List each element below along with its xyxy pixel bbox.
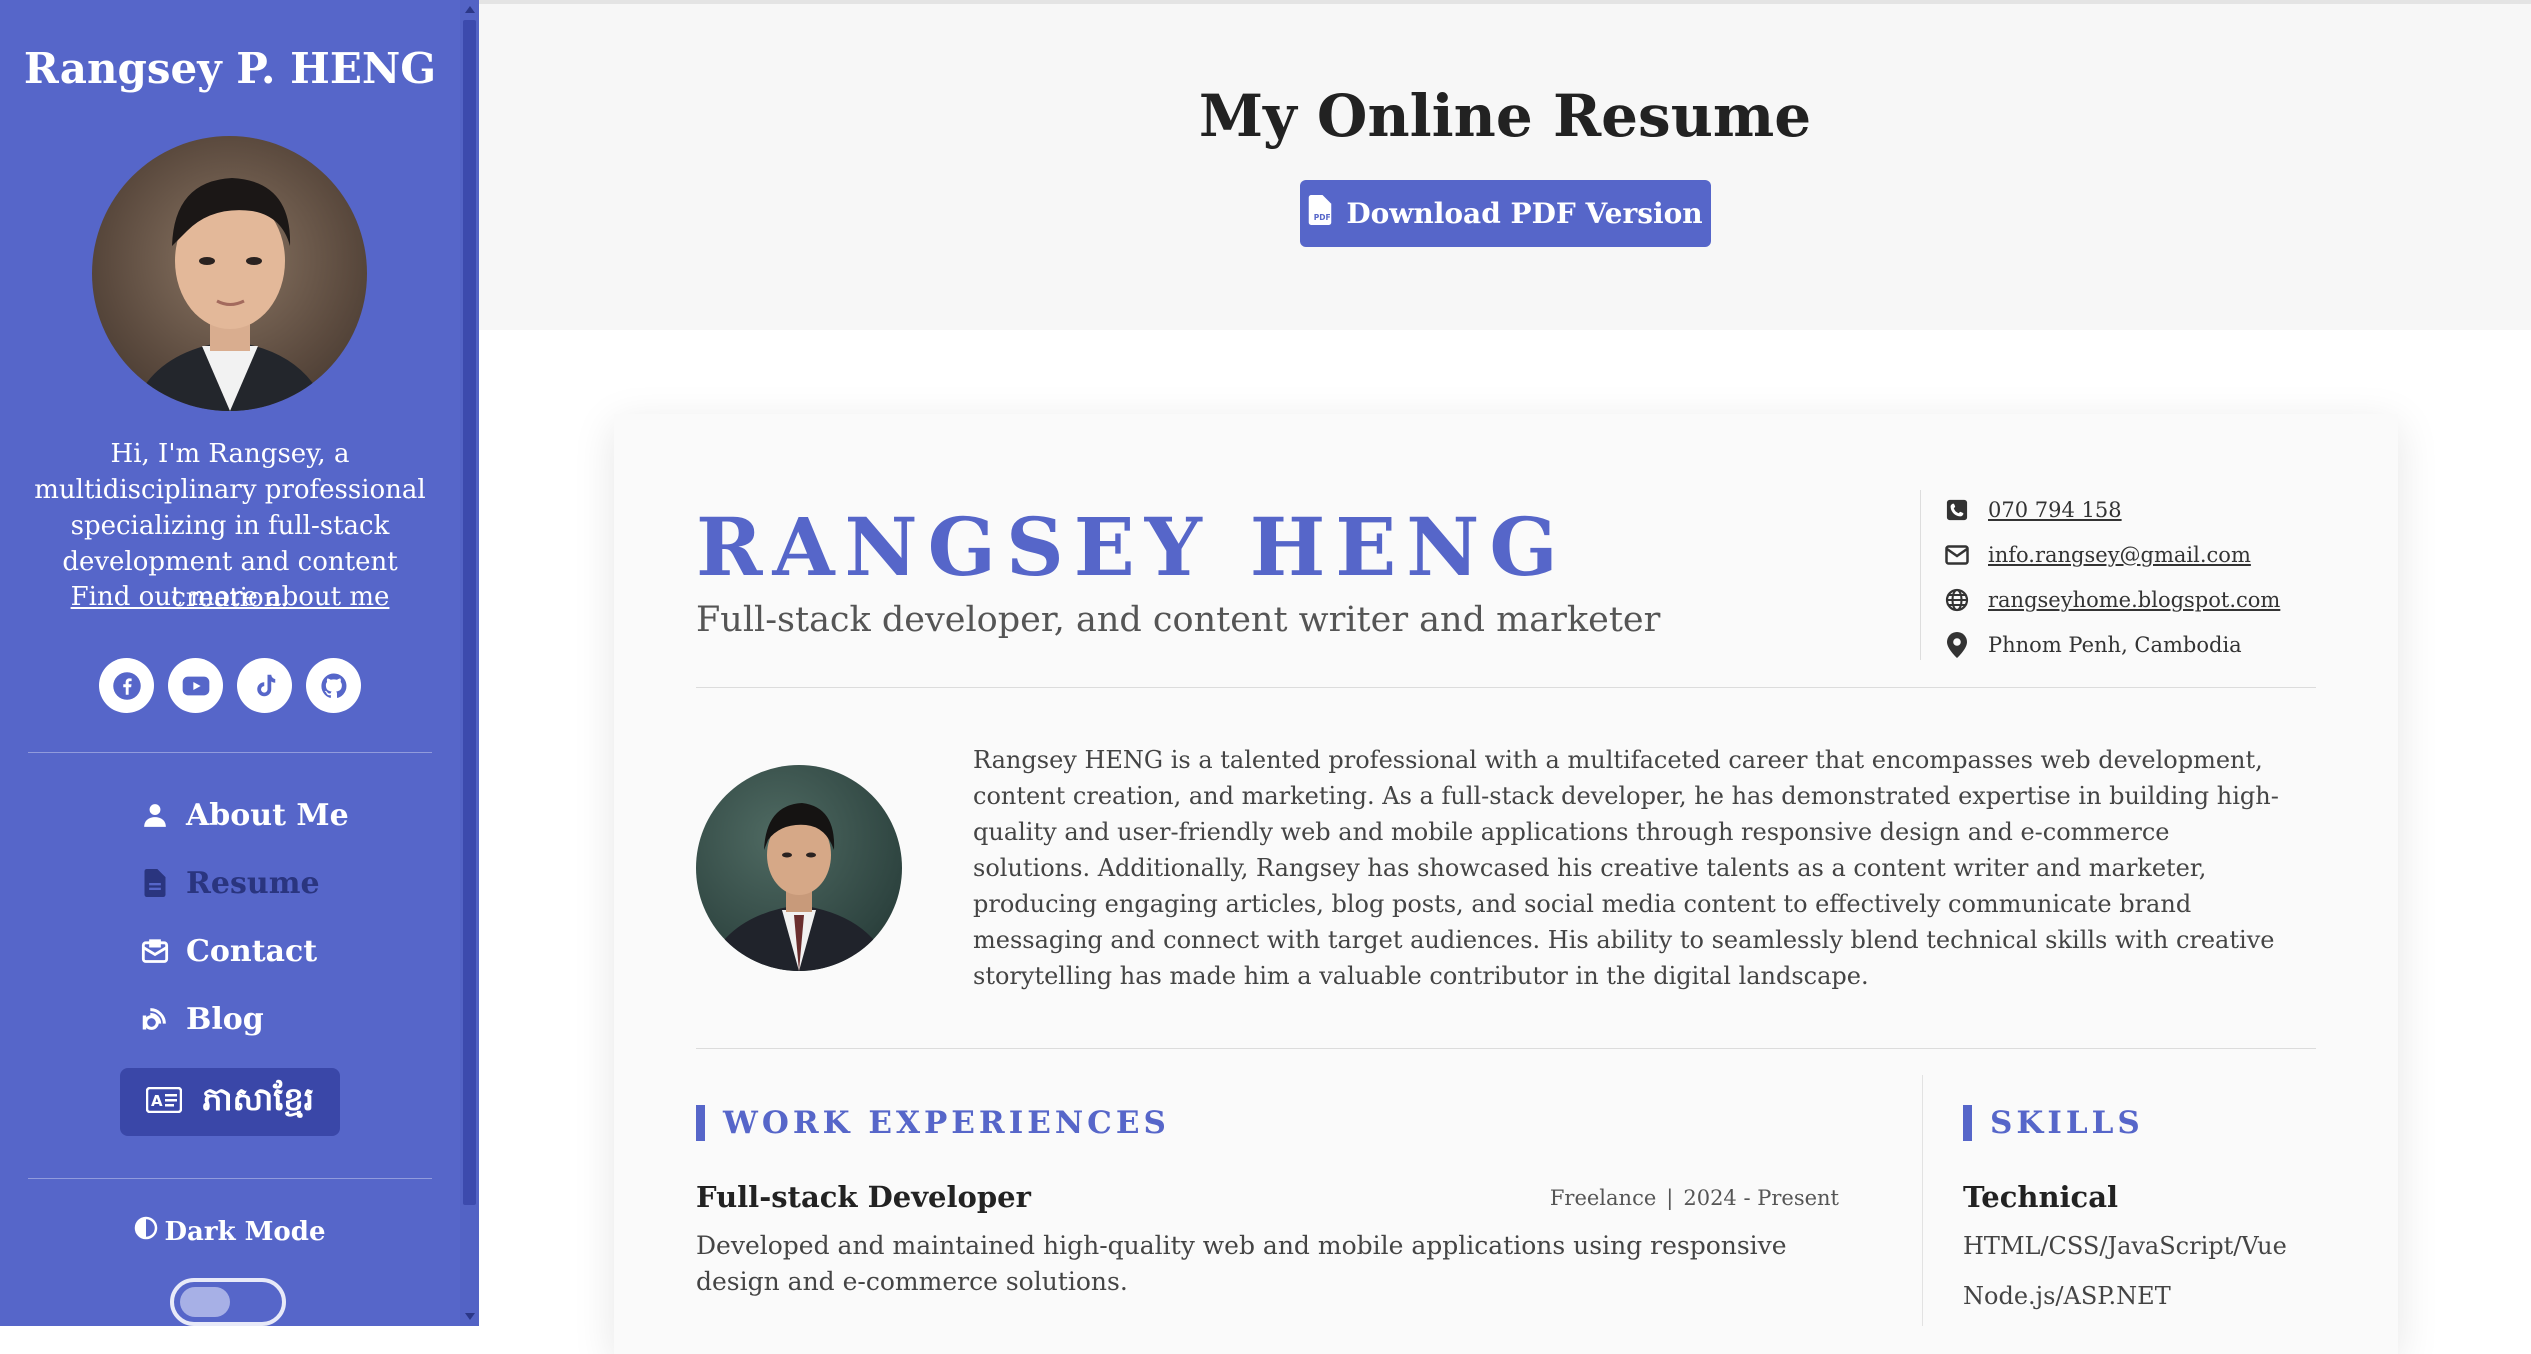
- nav-contact[interactable]: Contact: [140, 926, 317, 976]
- document-icon: [140, 868, 170, 898]
- heading-label: WORK EXPERIENCES: [723, 1105, 1170, 1141]
- dark-mode-toggle[interactable]: [170, 1278, 286, 1326]
- sidebar: Rangsey P. HENG Hi, I'm Rangsey, a multi…: [0, 0, 479, 1326]
- tiktok-link[interactable]: [237, 658, 292, 713]
- skill-item: Node.js/ASP.NET: [1963, 1282, 2171, 1310]
- resume-name: RANGSEY HENG: [696, 500, 1568, 594]
- facebook-icon: [112, 671, 141, 700]
- contact-location: Phnom Penh, Cambodia: [1944, 628, 2242, 662]
- job-description: Developed and maintained high-quality we…: [696, 1231, 1787, 1296]
- contrast-icon: [134, 1216, 158, 1247]
- column-divider: [1922, 1075, 1923, 1326]
- tiktok-icon: [256, 674, 275, 696]
- job-period: 2024 - Present: [1683, 1186, 1839, 1210]
- phone-icon: [1944, 497, 1970, 523]
- blog-icon: [140, 1004, 170, 1034]
- nav-label: Contact: [186, 933, 318, 969]
- contact-divider: [1920, 490, 1921, 660]
- section-divider: [696, 1048, 2316, 1049]
- nav-about-me[interactable]: About Me: [140, 790, 349, 840]
- youtube-icon: [182, 676, 209, 695]
- nav-resume[interactable]: Resume: [140, 858, 320, 908]
- dark-mode-row: Dark Mode: [0, 1216, 460, 1247]
- website-link[interactable]: rangseyhome.blogspot.com: [1988, 588, 2280, 612]
- heading-bar: [696, 1105, 705, 1141]
- resume-title: Full-stack developer, and content writer…: [696, 600, 1661, 640]
- language-label: ភាសាខ្មែរ: [202, 1079, 314, 1118]
- envelope-icon: [1944, 542, 1970, 568]
- facebook-link[interactable]: [99, 658, 154, 713]
- email-link[interactable]: info.rangsey@gmail.com: [1988, 543, 2251, 567]
- toggle-knob: [180, 1287, 230, 1317]
- location-pin-icon: [1944, 632, 1970, 658]
- heading-bar: [1963, 1105, 1972, 1141]
- dark-mode-label: Dark Mode: [164, 1216, 326, 1247]
- nav-label: About Me: [186, 797, 349, 833]
- sidebar-scrollbar[interactable]: [460, 0, 479, 1326]
- scrollbar-thumb[interactable]: [463, 20, 476, 1205]
- globe-icon: [1944, 587, 1970, 613]
- page-title: My Online Resume: [1198, 82, 1812, 150]
- download-pdf-button[interactable]: PDF Download PDF Version: [1300, 180, 1711, 247]
- github-icon: [320, 672, 346, 698]
- location-text: Phnom Penh, Cambodia: [1988, 633, 2242, 657]
- social-links: [0, 658, 460, 713]
- about-link-wrap: Find out more about me: [0, 582, 460, 612]
- scroll-up-icon[interactable]: [465, 6, 475, 13]
- envelope-icon: [140, 936, 170, 966]
- find-out-more-link[interactable]: Find out more about me: [71, 582, 390, 612]
- github-link[interactable]: [306, 658, 361, 713]
- skill-item: HTML/CSS/JavaScript/Vue: [1963, 1232, 2287, 1260]
- language-button[interactable]: A ភាសាខ្មែរ: [120, 1068, 340, 1136]
- user-icon: [140, 800, 170, 830]
- job-company: Freelance: [1549, 1186, 1657, 1210]
- skills-subheading: Technical: [1963, 1180, 2119, 1214]
- job-separator: |: [1666, 1186, 1674, 1210]
- contact-website: rangseyhome.blogspot.com: [1944, 583, 2280, 617]
- sidebar-divider: [28, 1178, 432, 1179]
- nav-label: Blog: [186, 1001, 264, 1037]
- phone-link[interactable]: 070 794 158: [1988, 498, 2122, 522]
- sidebar-divider: [28, 752, 432, 753]
- pdf-file-icon: PDF: [1308, 195, 1332, 232]
- job-title: Full-stack Developer: [696, 1180, 1031, 1214]
- nav-label: Resume: [186, 865, 320, 901]
- skills-heading: SKILLS: [1963, 1104, 2144, 1142]
- sidebar-name: Rangsey P. HENG: [23, 44, 437, 93]
- scroll-down-icon[interactable]: [465, 1313, 475, 1320]
- section-divider: [696, 687, 2316, 688]
- contact-phone: 070 794 158: [1944, 493, 2122, 527]
- svg-text:PDF: PDF: [1314, 213, 1331, 222]
- about-photo: [696, 765, 902, 971]
- contact-email: info.rangsey@gmail.com: [1944, 538, 2251, 572]
- heading-label: SKILLS: [1990, 1105, 2144, 1141]
- download-label: Download PDF Version: [1346, 197, 1703, 230]
- svg-text:A: A: [151, 1092, 163, 1110]
- page-header: [479, 4, 2531, 330]
- youtube-link[interactable]: [168, 658, 223, 713]
- translate-icon: A: [145, 1083, 183, 1121]
- about-text: Rangsey HENG is a talented professional …: [973, 746, 2279, 990]
- nav-blog[interactable]: Blog: [140, 994, 264, 1044]
- work-experiences-heading: WORK EXPERIENCES: [696, 1104, 1170, 1142]
- job-meta: Freelance | 2024 - Present: [1550, 1186, 1839, 1210]
- profile-avatar: [92, 136, 367, 411]
